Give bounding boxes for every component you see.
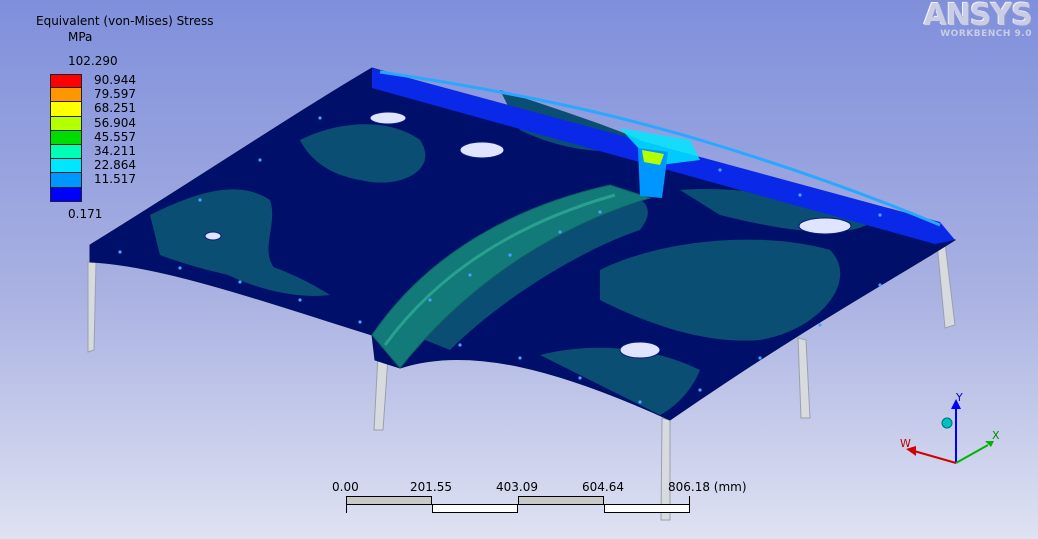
legend-swatch — [50, 88, 82, 103]
legend-max-value: 102.290 — [68, 54, 118, 68]
legend-swatch — [50, 159, 82, 174]
scale-segment — [432, 504, 518, 513]
scale-segment — [346, 496, 432, 505]
legend-level-label: 34.211 — [94, 143, 136, 158]
scale-bar — [346, 496, 690, 513]
legend-level-label: 11.517 — [94, 172, 136, 187]
legend-title: Equivalent (von-Mises) Stress — [36, 14, 214, 28]
scale-tick-label: 201.55 — [410, 480, 452, 494]
stress-legend: Equivalent (von-Mises) Stress MPa 102.29… — [36, 12, 266, 227]
legend-level-label: 79.597 — [94, 87, 136, 102]
ansys-logo: ANSYS WORKBENCH 9.0 — [923, 0, 1033, 39]
legend-level-label: 45.557 — [94, 129, 136, 144]
scale-segment — [518, 496, 604, 505]
axis-y-label: Y — [956, 391, 963, 404]
legend-swatch — [50, 187, 82, 202]
graphics-viewport[interactable]: Equivalent (von-Mises) Stress MPa 102.29… — [0, 0, 1038, 539]
legend-level-label: 90.944 — [94, 73, 136, 87]
scale-tick-label: 604.64 — [582, 480, 624, 494]
legend-level-label: 56.904 — [94, 115, 136, 130]
legend-level-label: 22.864 — [94, 158, 136, 173]
legend-swatch — [50, 102, 82, 117]
legend-swatch — [50, 173, 82, 188]
logo-subtitle: WORKBENCH 9.0 — [940, 29, 1032, 39]
legend-swatch — [50, 130, 82, 145]
legend-level-labels: 90.944 79.597 68.251 56.904 45.557 34.211 22.8… — [94, 74, 136, 188]
legend-swatch — [50, 74, 82, 89]
logo-name: ANSYS — [923, 0, 1033, 33]
legend-swatch — [50, 116, 82, 131]
scale-ruler: 0.00 201.55 403.09 604.64 806.18 (mm) — [332, 478, 747, 518]
scale-tick-label: 0.00 — [332, 480, 359, 494]
axis-w-label: W — [900, 437, 911, 450]
scale-tick-label: 806.18 (mm) — [668, 480, 747, 494]
legend-unit: MPa — [68, 30, 93, 44]
legend-min-value: 0.171 — [68, 207, 103, 221]
axis-x-label: X — [992, 429, 1000, 442]
legend-color-bar — [50, 74, 82, 202]
axis-triad[interactable]: Y X W — [890, 385, 1010, 475]
legend-level-label: 68.251 — [94, 101, 136, 116]
legend-swatch — [50, 144, 82, 160]
scale-tick-label: 403.09 — [496, 480, 538, 494]
scale-segment — [604, 504, 690, 513]
